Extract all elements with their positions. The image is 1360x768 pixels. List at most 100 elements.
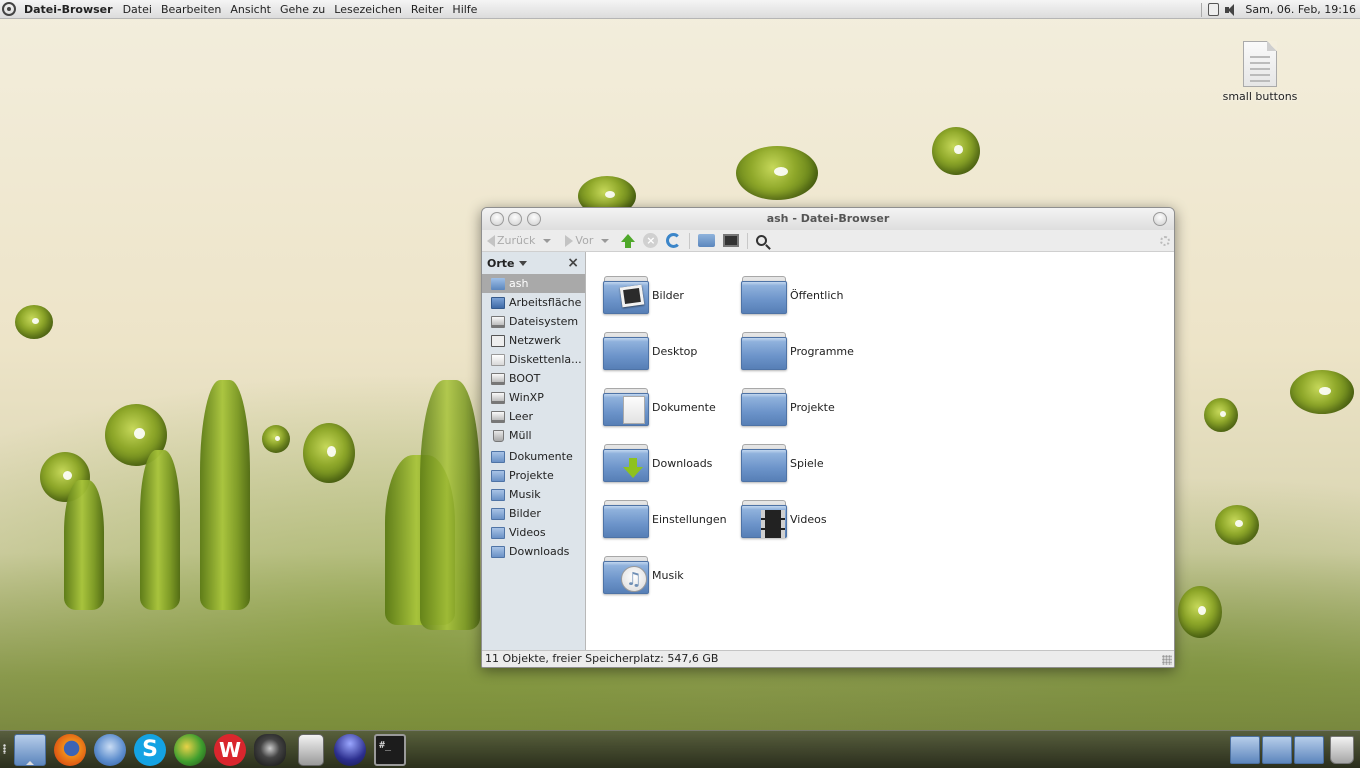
menu-ansicht[interactable]: Ansicht bbox=[230, 3, 271, 16]
folder-item-downloads[interactable]: Downloads bbox=[603, 444, 712, 482]
status-text: 11 Objekte, freier Speicherplatz: 547,6 … bbox=[485, 652, 719, 665]
folder-documents-icon bbox=[603, 388, 649, 426]
sidebar-item-diskettenlaufwerk[interactable]: Diskettenla... bbox=[482, 350, 585, 369]
forward-arrow-icon bbox=[565, 234, 574, 247]
window-title: ash - Datei-Browser bbox=[766, 212, 890, 225]
menu-reiter[interactable]: Reiter bbox=[411, 3, 444, 16]
places-sidebar: Orte × ash Arbeitsfläche Dateisystem Net… bbox=[482, 252, 586, 650]
sidebar-item-boot[interactable]: BOOT bbox=[482, 369, 585, 388]
sidebar-item-dateisystem[interactable]: Dateisystem bbox=[482, 312, 585, 331]
stop-button[interactable]: × bbox=[643, 233, 659, 248]
sidebar-item-label: Projekte bbox=[509, 469, 554, 482]
folder-item-dokumente[interactable]: Dokumente bbox=[603, 388, 716, 426]
sidebar-item-dokumente[interactable]: Dokumente bbox=[482, 447, 585, 466]
folder-pictures-icon bbox=[603, 276, 649, 314]
sidebar-item-label: Diskettenla... bbox=[509, 353, 582, 366]
folder-item-oeffentlich[interactable]: Öffentlich bbox=[741, 276, 843, 314]
folder-videos-icon bbox=[741, 500, 787, 538]
toolbar: Zurück Vor × bbox=[482, 230, 1174, 252]
activity-spinner-icon bbox=[1160, 236, 1170, 246]
window-content: Orte × ash Arbeitsfläche Dateisystem Net… bbox=[482, 252, 1174, 650]
thunderbird-icon[interactable] bbox=[94, 734, 126, 766]
firefox-icon[interactable] bbox=[54, 734, 86, 766]
folder-label: Downloads bbox=[652, 456, 713, 470]
menu-hilfe[interactable]: Hilfe bbox=[452, 3, 477, 16]
browser-globe-icon[interactable] bbox=[174, 734, 206, 766]
documents-folder-icon[interactable] bbox=[1230, 736, 1260, 764]
volume-icon[interactable] bbox=[1225, 3, 1237, 16]
sidebar-item-leer[interactable]: Leer bbox=[482, 407, 585, 426]
system-tray: Sam, 06. Feb, 19:16 bbox=[1201, 0, 1356, 19]
folder-label: Bilder bbox=[652, 288, 684, 302]
forward-history-dropdown-icon[interactable] bbox=[601, 238, 610, 243]
reload-button[interactable] bbox=[666, 233, 682, 248]
sidebar-item-arbeitsflaeche[interactable]: Arbeitsfläche bbox=[482, 293, 585, 312]
folder-item-projekte[interactable]: Projekte bbox=[741, 388, 835, 426]
device-icon[interactable] bbox=[1208, 3, 1220, 16]
ubuntu-logo-icon[interactable] bbox=[2, 2, 16, 16]
folder-item-desktop[interactable]: Desktop bbox=[603, 332, 697, 370]
drive-icon bbox=[491, 410, 505, 423]
window-menu-button[interactable] bbox=[1153, 212, 1167, 226]
sidebar-item-label: Downloads bbox=[509, 545, 570, 558]
folder-item-bilder[interactable]: Bilder bbox=[603, 276, 684, 314]
dock: S W #_ bbox=[0, 730, 1360, 768]
sidebar-header[interactable]: Orte × bbox=[482, 252, 585, 274]
folder-download-icon bbox=[603, 444, 649, 482]
sidebar-item-downloads[interactable]: Downloads bbox=[482, 542, 585, 561]
folder-item-videos[interactable]: Videos bbox=[741, 500, 827, 538]
desktop-file[interactable]: small buttons bbox=[1218, 41, 1302, 103]
folder-item-spiele[interactable]: Spiele bbox=[741, 444, 824, 482]
folder-item-einstellungen[interactable]: Einstellungen bbox=[603, 500, 727, 538]
desktop-icon bbox=[491, 296, 505, 309]
close-sidebar-icon[interactable]: × bbox=[567, 255, 579, 271]
folder-label: Musik bbox=[652, 568, 684, 582]
floppy-icon bbox=[491, 353, 505, 366]
home-button[interactable] bbox=[698, 234, 716, 247]
folder-item-musik[interactable]: ♫ Musik bbox=[603, 556, 684, 594]
skype-icon[interactable]: S bbox=[134, 734, 166, 766]
reload-icon bbox=[666, 233, 682, 248]
dock-handle-icon[interactable] bbox=[3, 744, 6, 754]
sidebar-item-ash[interactable]: ash bbox=[482, 274, 585, 293]
sidebar-item-bilder[interactable]: Bilder bbox=[482, 504, 585, 523]
menu-lesezeichen[interactable]: Lesezeichen bbox=[334, 3, 402, 16]
downloads-folder-icon[interactable] bbox=[1262, 736, 1292, 764]
folder-download-icon bbox=[491, 545, 505, 558]
sidebar-item-label: Leer bbox=[509, 410, 533, 423]
ipod-icon[interactable] bbox=[298, 734, 324, 766]
titlebar[interactable]: ash - Datei-Browser bbox=[482, 208, 1174, 230]
computer-button[interactable] bbox=[723, 234, 740, 247]
search-button[interactable] bbox=[756, 235, 768, 246]
clock[interactable]: Sam, 06. Feb, 19:16 bbox=[1245, 3, 1356, 16]
network-icon bbox=[491, 334, 505, 347]
home-folder-icon bbox=[698, 234, 716, 247]
drive-icon bbox=[491, 372, 505, 385]
media-icon[interactable] bbox=[254, 734, 286, 766]
sidebar-item-videos[interactable]: Videos bbox=[482, 523, 585, 542]
up-button[interactable] bbox=[621, 233, 636, 248]
folder-item-programme[interactable]: Programme bbox=[741, 332, 854, 370]
home-folder-icon[interactable] bbox=[1294, 736, 1324, 764]
terminal-icon[interactable]: #_ bbox=[374, 734, 406, 766]
folder-label: Einstellungen bbox=[652, 512, 727, 526]
back-history-dropdown-icon[interactable] bbox=[543, 238, 552, 243]
file-view[interactable]: Bilder Desktop Dokumente Downloads Einst… bbox=[586, 252, 1174, 650]
sidebar-item-projekte[interactable]: Projekte bbox=[482, 466, 585, 485]
menu-gehe-zu[interactable]: Gehe zu bbox=[280, 3, 325, 16]
sidebar-item-muell[interactable]: Müll bbox=[482, 426, 585, 445]
folder-label: Öffentlich bbox=[790, 288, 844, 302]
trash-icon[interactable] bbox=[1330, 736, 1354, 764]
menu-datei[interactable]: Datei bbox=[123, 3, 152, 16]
forward-button[interactable]: Vor bbox=[565, 234, 610, 247]
menu-bearbeiten[interactable]: Bearbeiten bbox=[161, 3, 221, 16]
sidebar-item-musik[interactable]: Musik bbox=[482, 485, 585, 504]
sidebar-item-netzwerk[interactable]: Netzwerk bbox=[482, 331, 585, 350]
sidebar-item-winxp[interactable]: WinXP bbox=[482, 388, 585, 407]
app-name[interactable]: Datei-Browser bbox=[24, 3, 113, 16]
search-icon bbox=[756, 235, 768, 246]
resize-grip-icon[interactable] bbox=[1162, 655, 1172, 665]
w-app-icon[interactable]: W bbox=[214, 734, 246, 766]
back-button[interactable]: Zurück bbox=[487, 234, 552, 247]
eclipse-icon[interactable] bbox=[334, 734, 366, 766]
